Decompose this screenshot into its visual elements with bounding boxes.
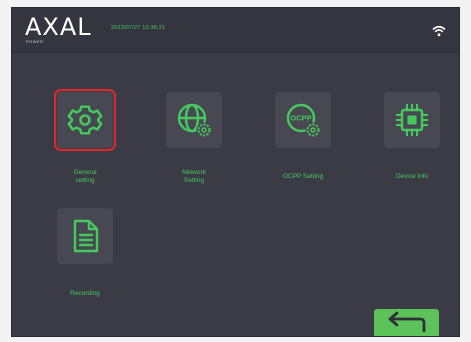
- recording-tile[interactable]: [57, 208, 113, 264]
- network-setting-label[interactable]: Network Setting: [154, 169, 234, 185]
- datetime: 2023/07/27 10:38:21: [111, 25, 166, 31]
- chip-icon: [396, 104, 428, 136]
- ocpp-setting-tile[interactable]: OCPP: [275, 92, 331, 148]
- network-setting-tile[interactable]: [166, 92, 222, 148]
- general-setting-label[interactable]: General setting: [45, 169, 125, 185]
- back-button[interactable]: [374, 309, 439, 336]
- document-icon: [73, 219, 99, 253]
- device-info-label[interactable]: Device Info: [372, 173, 452, 181]
- svg-text:OCPP: OCPP: [290, 114, 311, 123]
- general-setting-tile[interactable]: [54, 89, 116, 151]
- gear-icon: [67, 105, 103, 135]
- ocpp-gear-icon: OCPP: [286, 103, 321, 138]
- logo-subtitle: POWER: [26, 39, 44, 44]
- screen: AXAL POWER 2023/07/27 10:38:21 General s…: [11, 7, 460, 337]
- logo: AXAL: [25, 13, 92, 41]
- back-arrow-icon: [388, 311, 426, 333]
- device-info-tile[interactable]: [384, 92, 440, 148]
- ocpp-setting-label[interactable]: OCPP Setting: [263, 173, 343, 181]
- top-bar: AXAL POWER 2023/07/27 10:38:21: [12, 8, 459, 53]
- recording-label[interactable]: Recording: [45, 290, 125, 298]
- wifi-icon: [432, 25, 446, 37]
- globe-gear-icon: [177, 103, 212, 138]
